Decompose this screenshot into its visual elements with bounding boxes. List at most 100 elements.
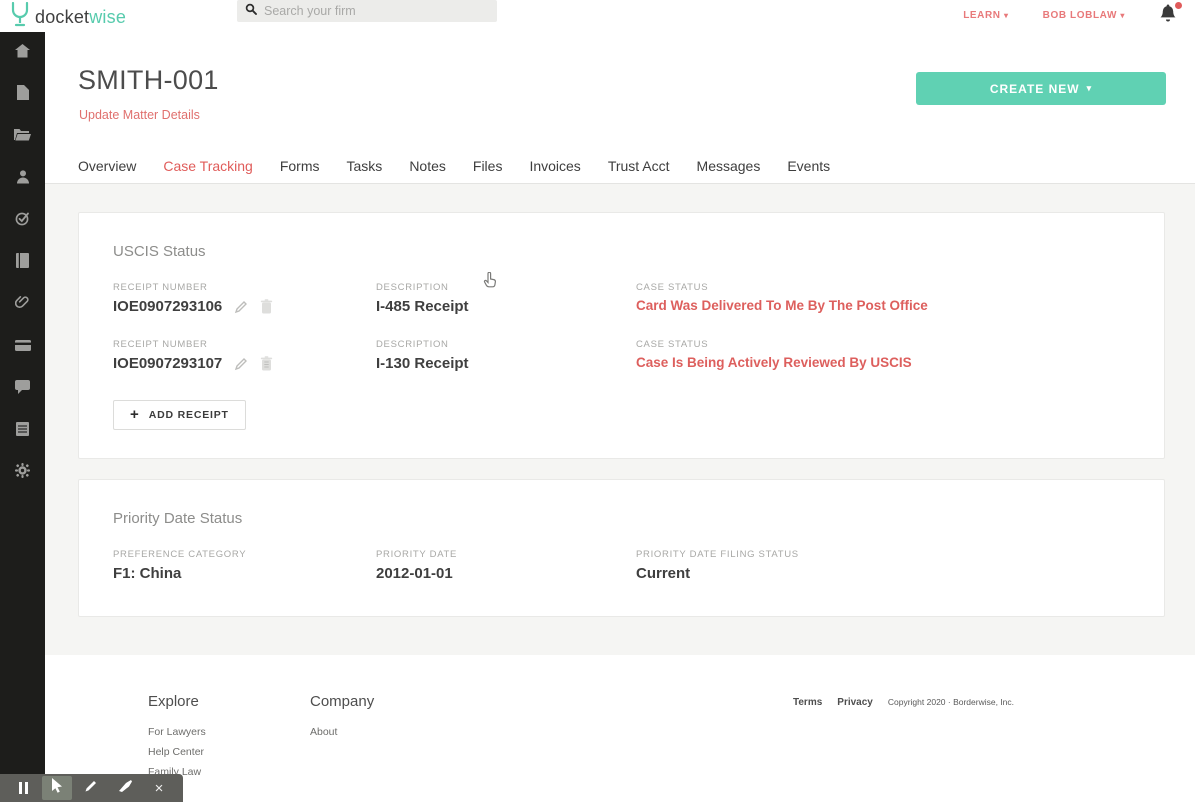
priority-date-value: 2012-01-01 bbox=[376, 565, 636, 582]
preference-category-value: F1: China bbox=[113, 565, 376, 582]
notebook-icon bbox=[16, 253, 29, 273]
create-new-button[interactable]: CREATE NEW ▾ bbox=[916, 72, 1166, 105]
pause-button[interactable] bbox=[8, 776, 38, 800]
uscis-status-title: USCIS Status bbox=[113, 243, 1130, 260]
sidebar-item-notebook[interactable] bbox=[0, 242, 45, 284]
docketwise-logo-icon bbox=[10, 2, 30, 33]
home-icon bbox=[15, 44, 30, 63]
arrow-cursor-icon bbox=[51, 778, 64, 798]
case-status-value: Case Is Being Actively Reviewed By USCIS bbox=[636, 355, 1130, 370]
footer-link-help-center[interactable]: Help Center bbox=[148, 746, 206, 758]
app-screen: docketwise LEARN ▾ BOB LOBLAW ▾ bbox=[0, 0, 1195, 802]
chevron-down-icon: ▾ bbox=[1004, 11, 1009, 20]
priority-date-title: Priority Date Status bbox=[113, 510, 1130, 527]
matter-tabs: Overview Case Tracking Forms Tasks Notes… bbox=[45, 148, 1195, 184]
tab-case-tracking[interactable]: Case Tracking bbox=[163, 158, 252, 174]
close-recorder-button[interactable]: × bbox=[144, 776, 174, 800]
matters-folder-icon bbox=[14, 128, 31, 146]
tab-messages[interactable]: Messages bbox=[697, 158, 761, 174]
receipt-number-label: RECEIPT NUMBER bbox=[113, 282, 376, 293]
receipt-row: RECEIPT NUMBER IOE0907293106 DES bbox=[113, 282, 1130, 315]
pause-icon bbox=[19, 782, 28, 794]
priority-filing-status-label: PRIORITY DATE FILING STATUS bbox=[636, 549, 1130, 560]
tab-events[interactable]: Events bbox=[787, 158, 830, 174]
description-label: DESCRIPTION bbox=[376, 282, 636, 293]
update-matter-details-link[interactable]: Update Matter Details bbox=[79, 108, 200, 122]
top-bar: docketwise LEARN ▾ BOB LOBLAW ▾ bbox=[0, 0, 1195, 32]
ledger-icon bbox=[16, 422, 29, 441]
footer-privacy-link[interactable]: Privacy bbox=[837, 697, 873, 708]
priority-date-label: PRIORITY DATE bbox=[376, 549, 636, 560]
edit-receipt-icon[interactable] bbox=[234, 357, 248, 371]
docketwise-logo[interactable]: docketwise bbox=[10, 2, 126, 33]
case-status-label: CASE STATUS bbox=[636, 282, 1130, 293]
user-menu[interactable]: BOB LOBLAW ▾ bbox=[1043, 10, 1125, 21]
documents-icon bbox=[17, 85, 29, 105]
receipt-number-label: RECEIPT NUMBER bbox=[113, 339, 376, 350]
sidebar-item-documents[interactable] bbox=[0, 74, 45, 116]
recorder-toolbar: × bbox=[0, 774, 183, 802]
highlighter-icon bbox=[117, 779, 133, 797]
priority-date-card: Priority Date Status PREFERENCE CATEGORY… bbox=[78, 479, 1165, 617]
pen-tool-button[interactable] bbox=[76, 776, 106, 800]
footer-company-title: Company bbox=[310, 693, 374, 710]
matter-header: SMITH-001 Update Matter Details CREATE N… bbox=[45, 32, 1195, 148]
footer-legal: Terms Privacy Copyright 2020 · Borderwis… bbox=[793, 697, 1014, 708]
settings-gear-icon bbox=[15, 463, 30, 483]
app-sidebar bbox=[0, 32, 45, 802]
sidebar-item-ledger[interactable] bbox=[0, 410, 45, 452]
footer-company-column: Company About bbox=[310, 693, 374, 746]
preference-category-label: PREFERENCE CATEGORY bbox=[113, 549, 376, 560]
tab-invoices[interactable]: Invoices bbox=[529, 158, 580, 174]
paperclip-icon bbox=[15, 295, 30, 315]
delete-receipt-icon[interactable] bbox=[260, 299, 273, 314]
add-receipt-button[interactable]: + ADD RECEIPT bbox=[113, 400, 246, 430]
description-label: DESCRIPTION bbox=[376, 339, 636, 350]
priority-date-row: PREFERENCE CATEGORY F1: China PRIORITY D… bbox=[113, 549, 1130, 582]
cursor-tool-button[interactable] bbox=[42, 776, 72, 800]
sidebar-item-tasks[interactable] bbox=[0, 200, 45, 242]
tab-files[interactable]: Files bbox=[473, 158, 503, 174]
sidebar-item-attachments[interactable] bbox=[0, 284, 45, 326]
page-footer: Explore For Lawyers Help Center Family L… bbox=[45, 655, 1195, 802]
tab-overview[interactable]: Overview bbox=[78, 158, 136, 174]
delete-receipt-icon[interactable] bbox=[260, 356, 273, 371]
receipt-number-value: IOE0907293107 bbox=[113, 355, 222, 372]
notifications-bell-icon[interactable] bbox=[1159, 4, 1179, 26]
learn-menu[interactable]: LEARN ▾ bbox=[963, 10, 1008, 21]
footer-explore-title: Explore bbox=[148, 693, 206, 710]
main-area: SMITH-001 Update Matter Details CREATE N… bbox=[45, 32, 1195, 802]
sidebar-item-contacts[interactable] bbox=[0, 158, 45, 200]
top-right-menu: LEARN ▾ BOB LOBLAW ▾ bbox=[963, 0, 1179, 30]
footer-link-about[interactable]: About bbox=[310, 726, 374, 738]
tab-forms[interactable]: Forms bbox=[280, 158, 320, 174]
case-tracking-content: USCIS Status RECEIPT NUMBER IOE090729310… bbox=[45, 184, 1195, 655]
chevron-down-icon: ▾ bbox=[1120, 11, 1125, 20]
edit-receipt-icon[interactable] bbox=[234, 300, 248, 314]
pen-icon bbox=[84, 779, 98, 798]
messages-icon bbox=[15, 380, 30, 399]
search-input[interactable] bbox=[264, 4, 489, 18]
search-icon bbox=[245, 2, 257, 20]
footer-terms-link[interactable]: Terms bbox=[793, 697, 822, 708]
close-icon: × bbox=[155, 781, 164, 796]
sidebar-item-matters[interactable] bbox=[0, 116, 45, 158]
tab-notes[interactable]: Notes bbox=[409, 158, 446, 174]
description-value: I-485 Receipt bbox=[376, 298, 636, 315]
tasks-check-icon bbox=[15, 211, 30, 231]
sidebar-item-billing[interactable] bbox=[0, 326, 45, 368]
notification-badge bbox=[1175, 2, 1182, 9]
sidebar-item-home[interactable] bbox=[0, 32, 45, 74]
receipt-row: RECEIPT NUMBER IOE0907293107 DES bbox=[113, 339, 1130, 372]
sidebar-item-settings[interactable] bbox=[0, 452, 45, 494]
billing-card-icon bbox=[15, 338, 31, 356]
highlighter-tool-button[interactable] bbox=[110, 776, 140, 800]
footer-link-for-lawyers[interactable]: For Lawyers bbox=[148, 726, 206, 738]
uscis-status-card: USCIS Status RECEIPT NUMBER IOE090729310… bbox=[78, 212, 1165, 459]
sidebar-item-messages[interactable] bbox=[0, 368, 45, 410]
case-status-label: CASE STATUS bbox=[636, 339, 1130, 350]
tab-trust-acct[interactable]: Trust Acct bbox=[608, 158, 670, 174]
tab-tasks[interactable]: Tasks bbox=[347, 158, 383, 174]
description-value: I-130 Receipt bbox=[376, 355, 636, 372]
contacts-icon bbox=[16, 170, 30, 189]
